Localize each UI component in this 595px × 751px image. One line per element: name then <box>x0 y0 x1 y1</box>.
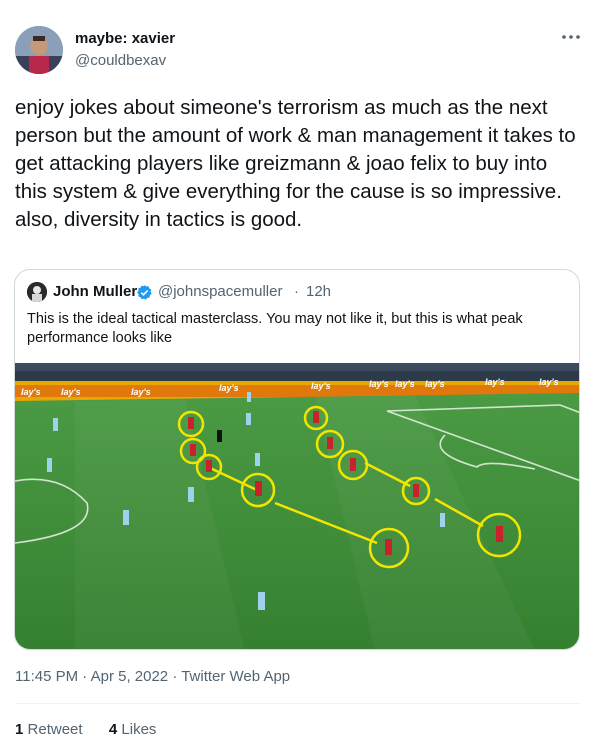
divider <box>15 703 580 704</box>
ad-board-text: lay's <box>485 377 505 387</box>
quoted-tweet-image[interactable]: lay's lay's lay's lay's lay's lay's lay'… <box>15 363 579 649</box>
ad-board-text: lay's <box>369 379 389 389</box>
separator: · <box>294 283 299 300</box>
author-handle[interactable]: @couldbexav <box>75 52 166 69</box>
retweets-stat[interactable]: 1 Retweet <box>15 721 87 738</box>
verified-badge-icon <box>136 284 153 301</box>
likes-stat[interactable]: 4 Likes <box>105 721 157 738</box>
quoted-tweet[interactable]: John Muller @johnspacemuller · 12h This … <box>14 269 580 650</box>
quoted-author-name: John Muller <box>53 283 138 300</box>
author-avatar[interactable] <box>15 26 63 74</box>
quoted-author-handle: @johnspacemuller <box>158 283 283 300</box>
author-display-name[interactable]: maybe: xavier <box>75 30 175 47</box>
retweets-label: Retweet <box>27 721 83 738</box>
likes-label: Likes <box>121 721 157 738</box>
quoted-author-avatar <box>27 282 47 302</box>
ad-board-text: lay's <box>131 387 151 397</box>
quoted-tweet-text: This is the ideal tactical masterclass. … <box>27 311 523 346</box>
more-horizontal-icon[interactable] <box>556 22 586 52</box>
tweet: maybe: xavier @couldbexav enjoy jokes ab… <box>0 0 595 751</box>
retweets-count: 1 <box>15 721 24 738</box>
ad-board-text: lay's <box>395 379 415 389</box>
tweet-timestamp-source[interactable]: 11:45 PM · Apr 5, 2022 · Twitter Web App <box>15 668 290 685</box>
ad-board-text: lay's <box>219 383 239 393</box>
ad-board-text: lay's <box>311 381 331 391</box>
ad-board-text: lay's <box>21 387 41 397</box>
ad-board-text: lay's <box>425 379 445 389</box>
quoted-tweet-time: 12h <box>306 283 332 300</box>
ad-board-text: lay's <box>61 387 81 397</box>
tweet-stats: 1 Retweet 4 Likes <box>15 721 156 738</box>
tweet-text: enjoy jokes about simeone's terrorism as… <box>15 96 576 231</box>
likes-count: 4 <box>108 721 118 738</box>
ad-board-text: lay's <box>539 377 559 387</box>
